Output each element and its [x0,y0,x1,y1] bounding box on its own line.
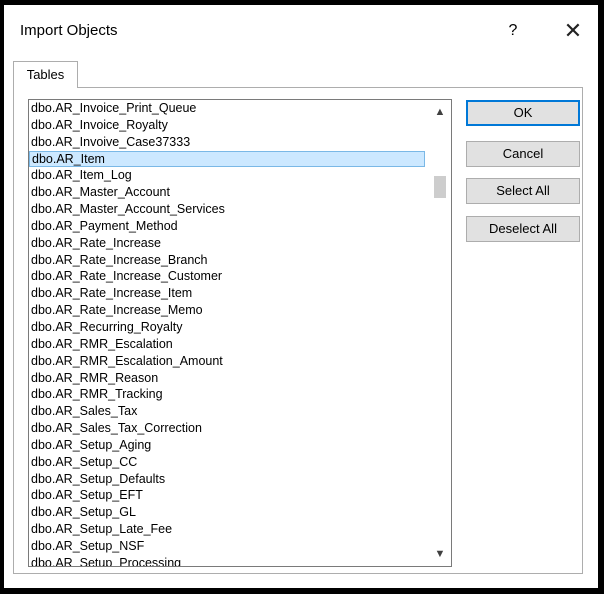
cancel-button[interactable]: Cancel [466,141,580,167]
list-item[interactable]: dbo.AR_Setup_CC [29,454,425,471]
list-item[interactable]: dbo.AR_Rate_Increase_Item [29,285,425,302]
list-item[interactable]: dbo.AR_RMR_Escalation [29,336,425,353]
list-item[interactable]: dbo.AR_Master_Account [29,184,425,201]
list-item[interactable]: dbo.AR_Setup_EFT [29,487,425,504]
chevron-down-icon[interactable]: ▼ [429,544,451,564]
list-item[interactable]: dbo.AR_Setup_NSF [29,538,425,555]
tables-list: dbo.AR_Invoice_Print_Queue dbo.AR_Invoice… [29,100,425,566]
deselect-all-button[interactable]: Deselect All [466,216,580,242]
list-item[interactable]: dbo.AR_Setup_Aging [29,437,425,454]
chevron-up-icon[interactable]: ▲ [429,102,451,122]
list-item[interactable]: dbo.AR_Rate_Increase_Branch [29,252,425,269]
list-item[interactable]: dbo.AR_Setup_Processing [29,555,425,566]
tab-tables[interactable]: Tables [13,61,78,88]
help-button[interactable]: ? [498,17,528,45]
ok-button[interactable]: OK [466,100,580,126]
list-item[interactable]: dbo.AR_Invoice_Royalty [29,117,425,134]
list-item[interactable]: dbo.AR_Item [29,150,425,168]
list-item[interactable]: dbo.AR_Recurring_Royalty [29,319,425,336]
select-all-button[interactable]: Select All [466,178,580,204]
scroll-thumb[interactable] [434,176,446,198]
list-item[interactable]: dbo.AR_RMR_Tracking [29,386,425,403]
list-item[interactable]: dbo.AR_Rate_Increase_Memo [29,302,425,319]
list-item[interactable]: dbo.AR_Rate_Increase [29,235,425,252]
title-bar: Import Objects ? ✕ [4,5,598,55]
list-item[interactable]: dbo.AR_Setup_Defaults [29,471,425,488]
dialog-title: Import Objects [20,22,118,39]
list-item[interactable]: dbo.AR_Payment_Method [29,218,425,235]
vertical-scrollbar[interactable]: ▲ ▼ [429,100,451,566]
close-button[interactable]: ✕ [558,17,588,45]
list-item[interactable]: dbo.AR_Sales_Tax_Correction [29,420,425,437]
list-item[interactable]: dbo.AR_Invoive_Case37333 [29,134,425,151]
tables-listbox[interactable]: dbo.AR_Invoice_Print_Queue dbo.AR_Invoice… [28,99,452,567]
list-item[interactable]: dbo.AR_Item_Log [29,167,425,184]
list-item[interactable]: dbo.AR_Rate_Increase_Customer [29,268,425,285]
list-item[interactable]: dbo.AR_Setup_Late_Fee [29,521,425,538]
list-item[interactable]: dbo.AR_Master_Account_Services [29,201,425,218]
list-item[interactable]: dbo.AR_RMR_Reason [29,370,425,387]
list-item[interactable]: dbo.AR_Invoice_Print_Queue [29,100,425,117]
list-item[interactable]: dbo.AR_RMR_Escalation_Amount [29,353,425,370]
list-item[interactable]: dbo.AR_Setup_GL [29,504,425,521]
list-item[interactable]: dbo.AR_Sales_Tax [29,403,425,420]
